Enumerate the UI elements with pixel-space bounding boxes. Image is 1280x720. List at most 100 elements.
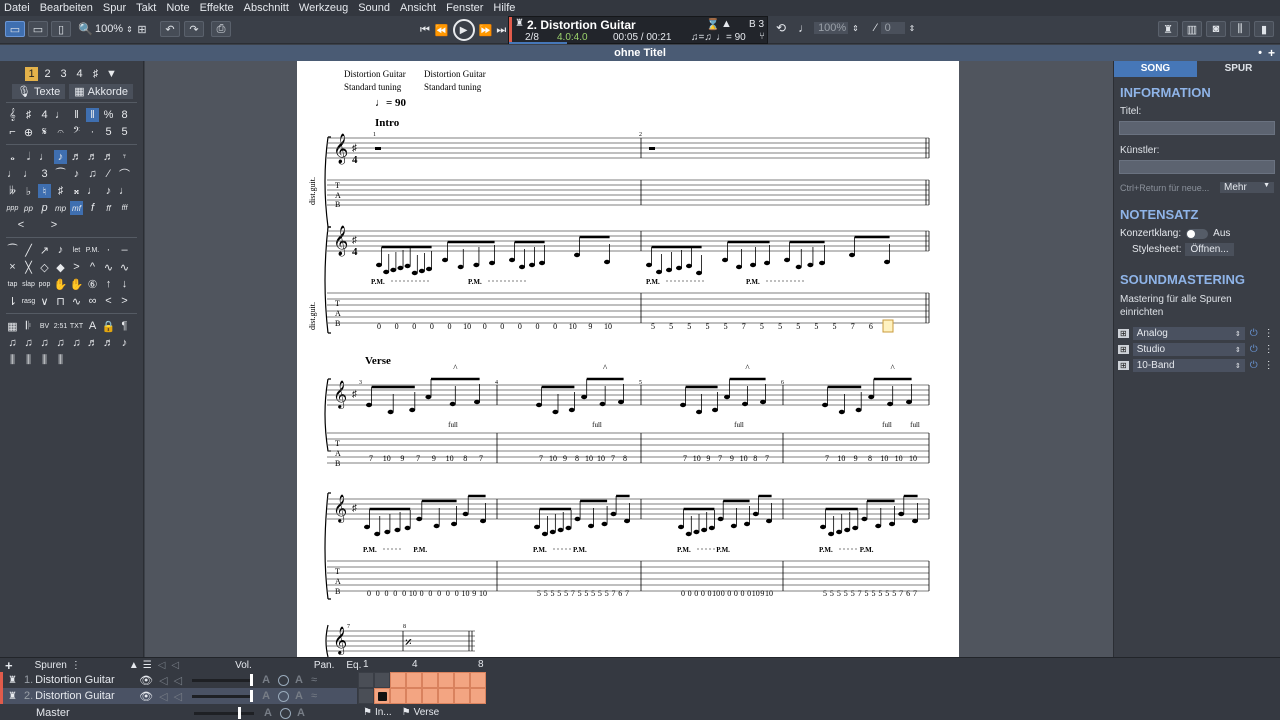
pan-knob[interactable] — [278, 674, 290, 686]
crescendo-icon[interactable]: < — [6, 218, 36, 232]
pp-icon[interactable]: pp — [22, 201, 35, 215]
solo-all-icon[interactable]: ◁ — [171, 660, 179, 671]
bar-cell[interactable] — [438, 688, 454, 704]
f-icon[interactable]: f — [86, 201, 99, 215]
marker-verse[interactable]: Verse — [414, 707, 440, 718]
x-note-icon[interactable]: ╳ — [22, 260, 35, 274]
artist-input[interactable] — [1119, 160, 1275, 174]
pan-knob[interactable] — [278, 690, 290, 702]
pop-icon[interactable]: pop — [38, 277, 51, 291]
menu-ansicht[interactable]: Ansicht — [400, 2, 436, 14]
parchment-view-icon[interactable]: ▯ — [51, 21, 71, 37]
key-sig-icon[interactable]: ♯ — [22, 108, 35, 122]
repeat-icon[interactable]: ‖ — [86, 108, 99, 122]
automation-icon[interactable]: A — [264, 707, 272, 719]
treble-clef-icon[interactable]: 𝄞 — [6, 108, 19, 122]
bend-icon[interactable]: ↗ — [38, 243, 51, 257]
bar-cell[interactable] — [454, 672, 470, 688]
menu-spur[interactable]: Spur — [103, 2, 126, 14]
mute-icon[interactable]: ◁ — [159, 674, 167, 687]
bar-cell[interactable] — [470, 688, 486, 704]
less-icon[interactable]: < — [102, 294, 115, 308]
list-icon[interactable]: ☰ — [143, 660, 152, 671]
alternate-ending-icon[interactable]: ⌐ — [6, 125, 19, 139]
menu-bearbeiten[interactable]: Bearbeiten — [40, 2, 93, 14]
tremolo-icon[interactable]: ⇂ — [6, 294, 19, 308]
dotted-note-icon[interactable]: ♩ — [86, 184, 99, 198]
eq-icon[interactable]: ≈ — [311, 674, 317, 686]
chord-diagram-icon[interactable]: ♯ — [89, 67, 102, 81]
hand-icon[interactable]: ✋ — [54, 277, 68, 291]
bar-cell[interactable] — [406, 672, 422, 688]
stylesheet-open-button[interactable]: Öffnen... — [1185, 243, 1234, 256]
double-dot-icon[interactable]: ♩ — [22, 167, 35, 181]
beam-3-icon[interactable]: ♫ — [38, 336, 51, 350]
dotted-icon[interactable]: ♩ — [6, 167, 19, 181]
score-page[interactable]: Distortion Guitar Standard tuning Distor… — [297, 61, 959, 657]
decrescendo-icon[interactable]: > — [39, 218, 69, 232]
staccato-icon[interactable]: · — [102, 243, 115, 257]
bar-cell[interactable] — [422, 672, 438, 688]
down-note-icon[interactable]: ♩ — [118, 184, 131, 198]
tab-spur[interactable]: SPUR — [1197, 61, 1280, 77]
panel-icon[interactable]: ▮ — [1254, 21, 1274, 37]
wave-icon[interactable]: ∿ — [70, 294, 83, 308]
double-flat-icon[interactable]: 𝄫 — [6, 184, 19, 198]
volume-stepper-icon[interactable]: ⇕ — [909, 24, 916, 33]
ghost-note-icon[interactable]: ◇ — [38, 260, 51, 274]
arrow-down-icon[interactable]: ▼ — [105, 67, 118, 81]
master-volume-slider[interactable] — [194, 706, 254, 719]
let-ring-icon[interactable]: let — [70, 243, 83, 257]
sixteenth-note-icon[interactable]: ♬ — [70, 150, 83, 164]
automation-icon[interactable]: A — [295, 690, 303, 702]
automation-icon[interactable]: A — [262, 690, 270, 702]
bar-cell[interactable] — [374, 688, 390, 704]
mastering-preset-select[interactable]: Studio ⇕ — [1132, 343, 1245, 356]
speed-stepper-icon[interactable]: ⇕ — [852, 24, 859, 33]
print-icon[interactable]: ⎙ — [211, 21, 231, 37]
eq-icon[interactable]: ≈ — [311, 690, 317, 702]
fermata-icon[interactable]: 𝄐 — [54, 125, 67, 139]
double-sharp-icon[interactable]: 𝄪 — [70, 184, 83, 198]
menu-takt[interactable]: Takt — [136, 2, 156, 14]
vibrato-note-icon[interactable]: ♪ — [54, 243, 67, 257]
count-in-icon[interactable]: ▲ — [721, 18, 732, 30]
sharp-icon[interactable]: ♯ — [54, 184, 67, 198]
concert-pitch-toggle[interactable] — [1186, 228, 1209, 239]
play-button[interactable]: ▶ — [452, 19, 475, 41]
go-end-icon[interactable]: ⏭ — [496, 24, 506, 37]
visibility-icon[interactable]: 👁 — [139, 674, 153, 687]
forward-icon[interactable]: ⏩ — [479, 24, 493, 37]
ff-icon[interactable]: ff — [102, 201, 115, 215]
mute-all-icon[interactable]: ◁ — [158, 660, 166, 671]
stem-icon[interactable]: ♪ — [118, 336, 131, 350]
slash-icon[interactable]: ⁄ — [102, 167, 115, 181]
quarter-note-icon[interactable]: ♩ — [38, 150, 51, 164]
segno-icon[interactable]: 𝄋 — [38, 125, 51, 139]
tempo-icon[interactable]: ♩ — [54, 108, 67, 122]
loop-icon[interactable]: ⟲ — [776, 21, 786, 35]
power-icon[interactable]: ⏻ — [1250, 328, 1258, 339]
thirtysecond-note-icon[interactable]: ♬ — [86, 150, 99, 164]
bar-cell[interactable] — [374, 672, 390, 688]
timeline-ruler[interactable]: 1 4 8 — [358, 658, 1280, 672]
coda-icon[interactable]: ⊕ — [22, 125, 35, 139]
natural-icon[interactable]: ♮ — [38, 184, 51, 198]
more-options-icon[interactable]: ⋮ — [1264, 344, 1274, 355]
dot-icon[interactable]: · — [86, 125, 99, 139]
menu-abschnitt[interactable]: Abschnitt — [244, 2, 289, 14]
mf-icon[interactable]: mf — [70, 201, 83, 215]
greater-icon[interactable]: > — [118, 294, 131, 308]
bar-cell[interactable] — [438, 672, 454, 688]
collapse-icon[interactable]: ▲ — [129, 660, 139, 671]
tuner-icon[interactable]: ⁄ — [875, 22, 877, 34]
more-options-icon[interactable]: ⋮ — [1264, 360, 1274, 371]
visibility-icon[interactable]: 👁 — [139, 690, 153, 703]
ppp-icon[interactable]: ppp — [6, 201, 19, 215]
tap-icon[interactable]: tap — [6, 277, 19, 291]
mute-icon[interactable]: ◁ — [159, 690, 167, 703]
mixer-icon[interactable]: ⫼ — [1230, 21, 1250, 37]
add-tab-icon[interactable]: • — [1258, 45, 1262, 61]
voice-1-button[interactable]: 1 — [25, 67, 38, 81]
mastering-preset-select[interactable]: 10-Band ⇕ — [1132, 359, 1245, 372]
